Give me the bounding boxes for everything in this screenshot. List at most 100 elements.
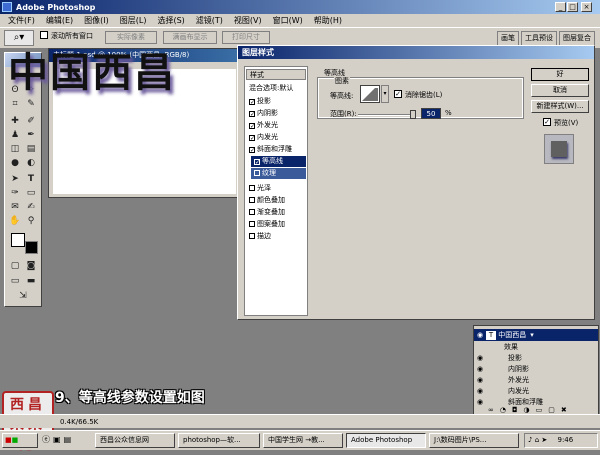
ok-button[interactable]: 好 — [531, 68, 589, 81]
link-layers-icon[interactable]: ∞ — [488, 406, 500, 414]
contour-picker[interactable] — [360, 85, 380, 103]
minimize-icon[interactable]: _ — [555, 2, 566, 12]
shape-tool-icon[interactable]: ▭ — [24, 187, 38, 200]
checkbox-outer-glow[interactable]: ✓ — [249, 123, 255, 130]
slice-tool-icon[interactable]: ✎ — [24, 98, 38, 111]
crop-tool-icon[interactable]: ⌗ — [8, 98, 22, 111]
eye-icon[interactable]: ◉ — [474, 364, 486, 374]
new-layer-icon[interactable]: ▢ — [548, 406, 561, 414]
print-size-button[interactable]: 打印尺寸 — [222, 31, 270, 44]
tab-layer-comps[interactable]: 图层复合 — [559, 31, 595, 46]
zoom-tool-icon[interactable]: ⚲ — [24, 215, 38, 228]
checkbox-satin[interactable] — [249, 185, 255, 191]
history-brush-tool-icon[interactable]: ✒ — [24, 129, 38, 142]
eye-icon[interactable]: ◉ — [474, 375, 486, 385]
effect-row[interactable]: ◉ 内阴影 — [474, 364, 598, 374]
effect-row[interactable]: ◉ 投影 — [474, 353, 598, 363]
close-icon[interactable]: × — [581, 2, 592, 12]
hand-tool-icon[interactable]: ✋ — [8, 215, 22, 228]
arrow-icon[interactable]: ➤ — [541, 436, 547, 444]
trash-icon[interactable]: ✖ — [561, 406, 573, 414]
checkbox-drop-shadow[interactable]: ✓ — [249, 99, 255, 106]
network-icon[interactable]: ⌂ — [535, 436, 539, 444]
menu-help[interactable]: 帮助(H) — [314, 15, 342, 26]
task-item[interactable]: 中国学生网 →教... — [263, 433, 343, 448]
blend-options-item[interactable]: 混合选项:默认 — [246, 83, 306, 94]
style-item-outer-glow[interactable]: ✓ 外发光 — [246, 120, 306, 131]
healing-brush-tool-icon[interactable]: ✚ — [8, 115, 22, 128]
clone-stamp-tool-icon[interactable]: ♟ — [8, 129, 22, 142]
new-group-icon[interactable]: ▭ — [536, 406, 549, 414]
task-item[interactable]: 西昌公众信息网 — [95, 433, 175, 448]
brush-tool-icon[interactable]: ✐ — [24, 115, 38, 128]
maximize-icon[interactable]: □ — [567, 2, 578, 12]
style-item-stroke[interactable]: 描边 — [246, 231, 306, 242]
pen-tool-icon[interactable]: ✑ — [8, 187, 22, 200]
layer-row-text[interactable]: ◉ T 中国西昌 ▾ — [474, 329, 598, 341]
antialias-checkbox[interactable]: ✓ — [394, 90, 402, 98]
style-item-pattern-overlay[interactable]: 图案叠加 — [246, 219, 306, 230]
foreground-color-swatch[interactable] — [11, 233, 25, 247]
menu-layer[interactable]: 图层(L) — [120, 15, 147, 26]
notes-tool-icon[interactable]: ✉ — [8, 201, 22, 214]
screen-mode-icon[interactable]: ▭ — [8, 275, 22, 288]
quick-mask-icon[interactable]: ◙ — [24, 260, 38, 273]
eraser-tool-icon[interactable]: ◫ — [8, 143, 22, 156]
style-item-texture[interactable]: 纹理 — [251, 168, 306, 179]
background-color-swatch[interactable] — [25, 241, 38, 254]
checkbox-bevel-emboss[interactable]: ✓ — [249, 147, 255, 154]
style-item-inner-shadow[interactable]: ✓ 内阴影 — [246, 108, 306, 119]
checkbox-inner-glow[interactable]: ✓ — [249, 135, 255, 142]
eye-icon[interactable]: ◉ — [474, 329, 486, 341]
task-item[interactable]: photoshop—软... — [178, 433, 260, 448]
checkbox-texture[interactable] — [254, 170, 260, 176]
ie-icon[interactable]: ⓔ — [42, 435, 53, 444]
eye-icon[interactable]: ◉ — [474, 353, 486, 363]
add-layer-style-icon[interactable]: ◔ — [500, 406, 512, 414]
desktop-icon[interactable]: ▣ — [53, 435, 64, 444]
menu-view[interactable]: 视图(V) — [234, 15, 262, 26]
style-item-inner-glow[interactable]: ✓ 内发光 — [246, 132, 306, 143]
adjustment-layer-icon[interactable]: ◑ — [524, 406, 536, 414]
style-item-color-overlay[interactable]: 颜色叠加 — [246, 195, 306, 206]
menu-select[interactable]: 选择(S) — [157, 15, 184, 26]
add-mask-icon[interactable]: ◘ — [512, 406, 524, 414]
checkbox-pattern-overlay[interactable] — [249, 221, 255, 227]
folder-icon[interactable]: ▤ — [64, 435, 75, 444]
checkbox-contour[interactable]: ✓ — [254, 159, 260, 166]
style-item-satin[interactable]: 光泽 — [246, 183, 306, 194]
cancel-button[interactable]: 取消 — [531, 84, 589, 97]
checkbox-inner-shadow[interactable]: ✓ — [249, 111, 255, 118]
blur-tool-icon[interactable]: ● — [8, 157, 22, 170]
eye-icon[interactable]: ◉ — [474, 386, 486, 396]
eyedropper-tool-icon[interactable]: ✍ — [24, 201, 38, 214]
full-screen-mode-icon[interactable]: ▬ — [24, 275, 38, 288]
effect-row[interactable]: ◉ 内发光 — [474, 386, 598, 396]
menu-file[interactable]: 文件(F) — [8, 15, 35, 26]
type-tool-icon[interactable]: T — [24, 173, 38, 186]
start-button[interactable]: ■■ — [2, 433, 38, 448]
jump-to-imageready-icon[interactable]: ⇲ — [16, 290, 30, 303]
style-list-header[interactable]: 样式 — [246, 69, 306, 80]
style-item-gradient-overlay[interactable]: 渐变叠加 — [246, 207, 306, 218]
volume-icon[interactable]: ♪ — [528, 436, 532, 444]
range-slider-track[interactable] — [358, 114, 416, 116]
effect-row[interactable]: ◉ 外发光 — [474, 375, 598, 385]
checkbox-color-overlay[interactable] — [249, 197, 255, 203]
task-item-active[interactable]: Adobe Photoshop — [346, 433, 426, 448]
style-item-bevel-emboss[interactable]: ✓ 斜面和浮雕 — [246, 144, 306, 155]
contour-dropdown-icon[interactable]: ▾ — [381, 85, 389, 103]
tab-tool-presets[interactable]: 工具预设 — [521, 31, 557, 46]
style-item-contour[interactable]: ✓ 等高线 — [251, 156, 306, 167]
path-selection-tool-icon[interactable]: ➤ — [8, 173, 22, 186]
standard-mode-icon[interactable]: ▢ — [8, 260, 22, 273]
style-item-drop-shadow[interactable]: ✓ 投影 — [246, 96, 306, 107]
checkbox-gradient-overlay[interactable] — [249, 209, 255, 215]
checkbox-stroke[interactable] — [249, 233, 255, 239]
menu-window[interactable]: 窗口(W) — [273, 15, 303, 26]
range-slider-handle[interactable] — [410, 110, 416, 119]
menu-filter[interactable]: 滤镜(T) — [196, 15, 223, 26]
range-input[interactable]: 50 — [421, 108, 441, 119]
tab-brushes[interactable]: 画笔 — [497, 31, 519, 46]
dodge-tool-icon[interactable]: ◐ — [24, 157, 38, 170]
